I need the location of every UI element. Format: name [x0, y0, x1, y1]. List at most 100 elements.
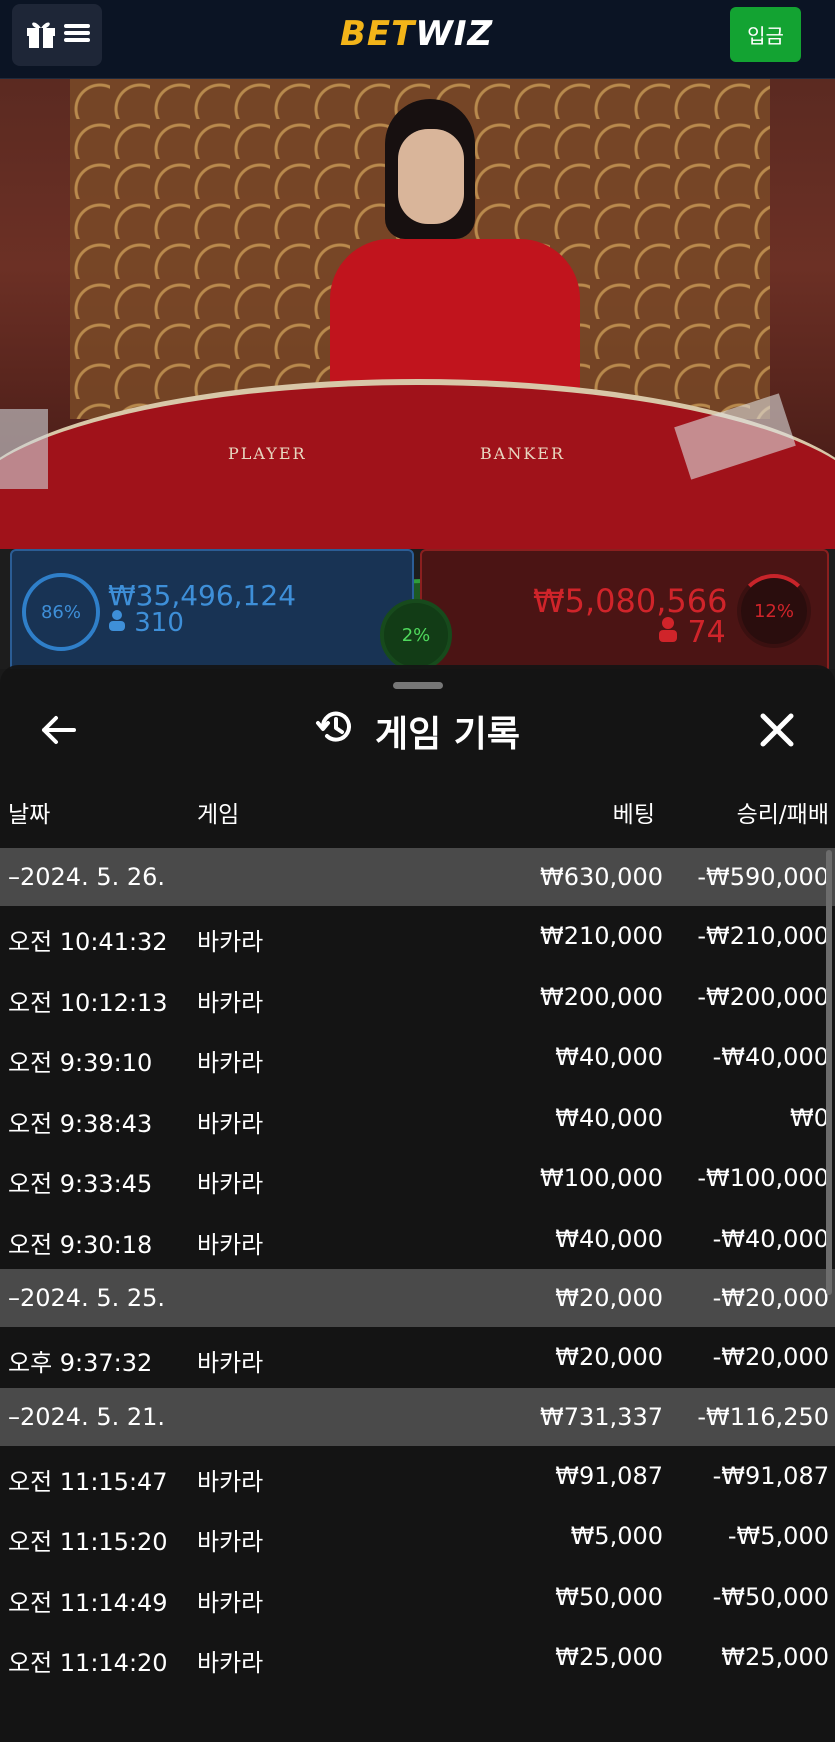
history-table-header: 날짜 게임 베팅 승리/패배	[0, 795, 835, 840]
sheet-drag-handle[interactable]	[393, 682, 443, 689]
scrollbar[interactable]	[826, 850, 832, 1295]
row-date: 오전 9:38:43	[8, 1109, 153, 1138]
row-game: 바카라	[197, 1109, 264, 1138]
card-shoe	[0, 409, 48, 489]
history-row: 오전 9:38:43 바카라 ₩40,000 ₩0	[0, 1088, 835, 1149]
menu-button[interactable]	[12, 4, 102, 66]
row-date: 오전 10:41:32	[8, 928, 168, 956]
player-bettor-count: 310	[108, 608, 184, 638]
row-game: 바카라	[197, 1049, 264, 1077]
logo-wiz-text: WIZ	[415, 14, 494, 54]
row-date: 오전 11:15:20	[8, 1528, 168, 1556]
date-group-row[interactable]: –2024. 5. 26. ₩630,000 -₩590,000	[0, 848, 835, 906]
history-icon	[315, 707, 355, 747]
row-bet: ₩40,000	[555, 1043, 663, 1071]
history-row: 오후 9:37:32 바카라 ₩20,000 -₩20,000	[0, 1327, 835, 1388]
row-bet: ₩20,000	[555, 1343, 663, 1371]
row-game: 바카라	[197, 1588, 264, 1617]
row-date: 오전 9:30:18	[8, 1230, 153, 1259]
column-date: 날짜	[8, 802, 51, 828]
betwiz-logo[interactable]: BETWIZ	[340, 14, 493, 54]
gift-icon	[24, 16, 58, 54]
row-date: 오전 11:15:47	[8, 1467, 168, 1496]
row-result: -₩200,000	[697, 982, 829, 1011]
banker-percent-ring: 12%	[737, 574, 811, 648]
history-row: 오전 11:15:47 바카라 ₩91,087 -₩91,087	[0, 1446, 835, 1507]
banker-percent: 12%	[753, 600, 794, 622]
row-result: -₩5,000	[727, 1522, 829, 1550]
tie-percent-ring: 2%	[380, 599, 452, 671]
row-game: 바카라	[197, 1349, 264, 1377]
logo-bet-text: BET	[340, 14, 416, 54]
row-result: -₩590,000	[697, 863, 829, 891]
user-icon	[658, 615, 688, 650]
table-label-banker: BANKER	[480, 444, 565, 463]
column-game: 게임	[197, 802, 240, 828]
row-bet: ₩731,337	[540, 1402, 663, 1431]
back-arrow-icon[interactable]	[38, 710, 78, 750]
row-date: 오전 9:33:45	[8, 1170, 153, 1198]
row-result: -₩20,000	[712, 1343, 829, 1371]
row-bet: ₩40,000	[555, 1103, 663, 1132]
history-row: 오전 9:39:10 바카라 ₩40,000 -₩40,000	[0, 1027, 835, 1088]
row-date: 오전 11:14:20	[8, 1649, 168, 1677]
game-history-sheet: 게임 기록 날짜 게임 베팅 승리/패배 –2024. 5. 26. ₩630,0…	[0, 665, 835, 1742]
row-result: -₩40,000	[712, 1043, 829, 1071]
row-bet: ₩100,000	[540, 1164, 663, 1192]
row-result: -₩100,000	[697, 1164, 829, 1192]
column-result: 승리/패배	[736, 802, 829, 828]
row-bet: ₩25,000	[555, 1643, 663, 1671]
row-bet: ₩200,000	[540, 982, 663, 1011]
banker-bettor-count: 74	[658, 615, 726, 650]
row-result: -₩50,000	[712, 1582, 829, 1611]
row-date: 오전 10:12:13	[8, 988, 168, 1017]
history-row: 오전 10:41:32 바카라 ₩210,000 -₩210,000	[0, 906, 835, 967]
row-bet: ₩40,000	[555, 1224, 663, 1253]
close-icon[interactable]	[757, 710, 797, 750]
row-result: -₩210,000	[697, 922, 829, 950]
row-bet: ₩50,000	[555, 1582, 663, 1611]
betting-panel: 86% ₩35,496,124 310 2% ₩5,080,566 74 12%	[0, 549, 835, 862]
history-row: 오전 10:12:13 바카라 ₩200,000 -₩200,000	[0, 967, 835, 1028]
row-date: 오후 9:37:32	[8, 1349, 153, 1377]
row-game: 바카라	[197, 928, 264, 956]
table-label-player: PLAYER	[228, 444, 307, 463]
row-bet: ₩630,000	[540, 863, 663, 891]
player-count-value: 310	[134, 608, 184, 638]
player-percent: 86%	[40, 601, 81, 623]
top-bar: BETWIZ 입금	[0, 0, 835, 79]
deposit-button[interactable]: 입금	[730, 7, 801, 62]
tie-percent: 2%	[401, 624, 431, 646]
row-result: ₩25,000	[721, 1643, 829, 1671]
hamburger-icon	[64, 22, 90, 48]
row-game: 바카라	[197, 1649, 264, 1677]
row-date: –2024. 5. 25.	[8, 1284, 166, 1312]
date-group-row[interactable]: –2024. 5. 21. ₩731,337 -₩116,250	[0, 1387, 835, 1446]
row-result: -₩116,250	[697, 1402, 829, 1431]
history-table-body: –2024. 5. 26. ₩630,000 -₩590,000 오전 10:41:3…	[0, 848, 835, 1688]
row-date: –2024. 5. 21.	[8, 1402, 166, 1431]
history-row: 오전 11:14:20 바카라 ₩25,000 ₩25,000	[0, 1627, 835, 1688]
column-bet: 베팅	[612, 802, 655, 828]
row-bet: ₩20,000	[555, 1284, 663, 1312]
row-result: ₩0	[790, 1103, 829, 1132]
row-bet: ₩5,000	[570, 1522, 663, 1550]
row-date: 오전 9:39:10	[8, 1049, 153, 1077]
row-bet: ₩210,000	[540, 922, 663, 950]
history-row: 오전 11:15:20 바카라 ₩5,000 -₩5,000	[0, 1506, 835, 1567]
live-dealer-video: PLAYER BANKER	[0, 79, 835, 549]
player-percent-ring: 86%	[22, 573, 100, 651]
dealer-face	[398, 129, 464, 224]
row-bet: ₩91,087	[555, 1461, 663, 1490]
row-date: –2024. 5. 26.	[8, 863, 166, 891]
banker-count-value: 74	[687, 615, 726, 650]
row-date: 오전 11:14:49	[8, 1588, 168, 1617]
row-result: -₩20,000	[712, 1284, 829, 1312]
user-icon	[108, 608, 134, 638]
row-game: 바카라	[197, 988, 264, 1017]
row-result: -₩91,087	[712, 1461, 829, 1490]
history-row: 오전 11:14:49 바카라 ₩50,000 -₩50,000	[0, 1567, 835, 1628]
sheet-title: 게임 기록	[375, 714, 521, 755]
row-game: 바카라	[197, 1528, 264, 1556]
date-group-row[interactable]: –2024. 5. 25. ₩20,000 -₩20,000	[0, 1269, 835, 1327]
